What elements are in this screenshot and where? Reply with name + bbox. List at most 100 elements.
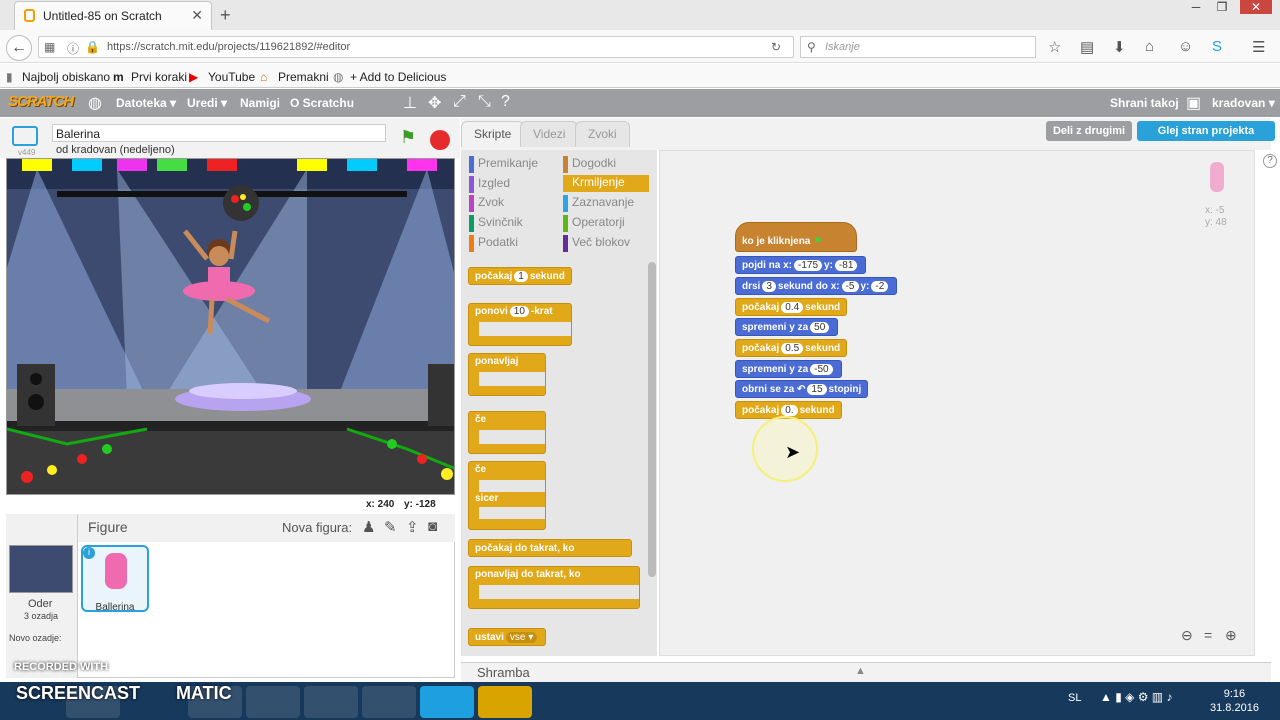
upload-icon[interactable]: ⇪ [406,518,419,536]
go-to-xy-block[interactable]: pojdi na x: -175 y: -81 [735,256,867,274]
paint-brush-icon[interactable]: ✎ [384,518,397,536]
category-sensing[interactable]: Zaznavanje [563,195,634,212]
new-tab-icon[interactable]: + [220,5,231,26]
help-icon[interactable]: ? [501,93,510,111]
cut-icon[interactable]: ✥ [428,93,441,113]
bookmark-first-steps[interactable]: Prvi koraki [131,70,187,84]
tab-scripts[interactable]: Skripte [461,121,525,147]
palette-if-else-block[interactable]: če sicer [468,461,546,530]
category-sound[interactable]: Zvok [469,195,504,212]
tab-sounds[interactable]: Zvoki [575,121,630,147]
taskbar-screencast-icon[interactable] [478,686,532,718]
skype-icon[interactable]: S [1212,38,1222,55]
palette-wait-block[interactable]: počakaj 1 sekund [468,267,572,285]
sprite-thumbnail-ballerina[interactable]: i Ballerina [81,545,149,613]
clock-time: 9:16 [1223,688,1246,700]
stop-icon[interactable] [430,130,450,150]
palette-if-block[interactable]: če [468,411,546,454]
share-button[interactable]: Deli z drugimi [1046,121,1132,141]
mouse-cursor-icon: ➤ [785,442,801,462]
bookmark-premakni[interactable]: Premakni [278,70,329,84]
palette-scrollbar[interactable] [648,262,656,577]
shrink-icon[interactable]: ⤡ [478,93,491,111]
taskbar-player-icon[interactable] [246,686,300,718]
language-indicator[interactable]: SL [1068,692,1081,704]
when-flag-clicked-hat-block[interactable]: ko je kliknjena ⚑ [735,222,857,252]
bookmark-youtube[interactable]: YouTube [208,70,255,84]
change-y-block-1[interactable]: spremeni y za 50 [735,318,839,336]
search-input[interactable]: ⚲ Iskanje [800,36,1036,58]
home-icon[interactable]: ⌂ [1145,38,1154,55]
help-icon[interactable]: ? [1263,154,1277,168]
category-events[interactable]: Dogodki [563,156,616,173]
see-project-page-button[interactable]: Glej stran projekta [1137,121,1275,141]
scratch-logo[interactable]: SCRATCH [8,93,74,110]
menu-icon[interactable]: ☰ [1252,38,1265,56]
star-icon[interactable]: ☆ [1048,38,1061,56]
palette-wait-until-block[interactable]: počakaj do takrat, ko [468,539,632,557]
lock-icon: 🔒 [85,40,100,54]
download-icon[interactable]: ⬇ [1113,38,1126,56]
browser-tab[interactable]: Untitled-85 on Scratch ✕ [14,1,212,30]
fullscreen-icon[interactable] [12,126,38,146]
category-control[interactable]: Krmiljenje [563,175,649,192]
palette-repeat-until-block[interactable]: ponavljaj do takrat, ko [468,566,640,609]
category-looks[interactable]: Izgled [469,176,510,193]
address-bar[interactable]: ▦ ⓘ 🔒 https://scratch.mit.edu/projects/1… [38,36,794,58]
palette-forever-block[interactable]: ponavljaj [468,353,546,396]
close-tab-icon[interactable]: ✕ [191,7,203,24]
info-icon[interactable]: i [83,547,95,559]
zoom-out-icon[interactable]: ⊖ [1181,627,1193,644]
glide-block[interactable]: drsi 3 sekund do x: -5 y: -2 [735,277,898,295]
grow-icon[interactable]: ⤢ [453,93,466,111]
sprite-name-field[interactable]: Balerina [52,124,386,142]
wait-block-1[interactable]: počakaj 0.4 sekund [735,298,848,316]
duplicate-stamp-icon[interactable]: ⊥ [403,93,417,113]
tray-icons[interactable]: ▲ ▮ ◈ ⚙ ▥ ♪ [1100,690,1172,704]
system-clock[interactable]: 9:16 31.8.2016 [1210,687,1259,715]
info-icon[interactable]: ⓘ [67,40,79,57]
stage-thumbnail-panel[interactable]: Oder 3 ozadja Novo ozadje: [6,514,78,678]
backdrops-count: 3 ozadja [24,611,59,621]
zoom-reset-icon[interactable]: = [1204,627,1212,643]
back-icon[interactable]: ← [6,35,32,61]
menu-edit[interactable]: Uredi ▾ [187,96,227,110]
chat-icon[interactable]: ☺ [1178,38,1193,55]
camera-icon[interactable]: ◙ [428,518,437,535]
folder-icon[interactable]: ▣ [1186,93,1201,113]
expand-icon[interactable]: ▲ [855,665,866,677]
minimize-icon[interactable]: ─ [1186,0,1206,14]
taskbar-ie-icon[interactable] [304,686,358,718]
turn-block[interactable]: obrni se za ↶ 15 stopinj [735,380,869,398]
category-data[interactable]: Podatki [469,235,518,252]
maximize-icon[interactable]: ❐ [1212,0,1232,14]
category-pen[interactable]: Svinčnik [469,215,523,232]
palette-repeat-block[interactable]: ponovi 10 -krat [468,303,572,346]
tab-costumes[interactable]: Videzi [520,121,579,147]
save-now-button[interactable]: Shrani takoj [1110,96,1179,110]
user-menu[interactable]: kradovan ▾ [1212,96,1275,110]
wait-block-2[interactable]: počakaj 0.5 sekund [735,339,848,357]
stage-canvas[interactable] [6,158,455,495]
sprite-library-icon[interactable]: ♟ [362,518,375,536]
green-flag-icon[interactable]: ⚑ [400,127,416,148]
menu-about[interactable]: O Scratchu [290,96,354,110]
taskbar-explorer-icon[interactable] [362,686,416,718]
bookmark-delicious[interactable]: + Add to Delicious [350,70,446,84]
reading-list-icon[interactable]: ▤ [1080,38,1094,56]
taskbar-skype-icon[interactable] [420,686,474,718]
sprite-preview-ghost [1202,162,1232,202]
close-window-icon[interactable]: ✕ [1240,0,1272,14]
reload-icon[interactable]: ↻ [771,40,781,54]
zoom-in-icon[interactable]: ⊕ [1225,627,1237,644]
category-motion[interactable]: Premikanje [469,156,538,173]
category-operators[interactable]: Operatorji [563,215,625,232]
category-more-blocks[interactable]: Več blokov [563,235,630,252]
menu-file[interactable]: Datoteka ▾ [116,96,176,110]
palette-stop-block[interactable]: ustavi vse ▾ [468,628,547,646]
backpack-bar[interactable]: Shramba ▲ [461,662,1271,682]
change-y-block-2[interactable]: spremeni y za -50 [735,360,842,378]
menu-tips[interactable]: Namigi [240,96,280,110]
bookmark-most-visited[interactable]: Najbolj obiskano [22,70,110,84]
language-globe-icon[interactable]: ◍ [88,93,102,113]
